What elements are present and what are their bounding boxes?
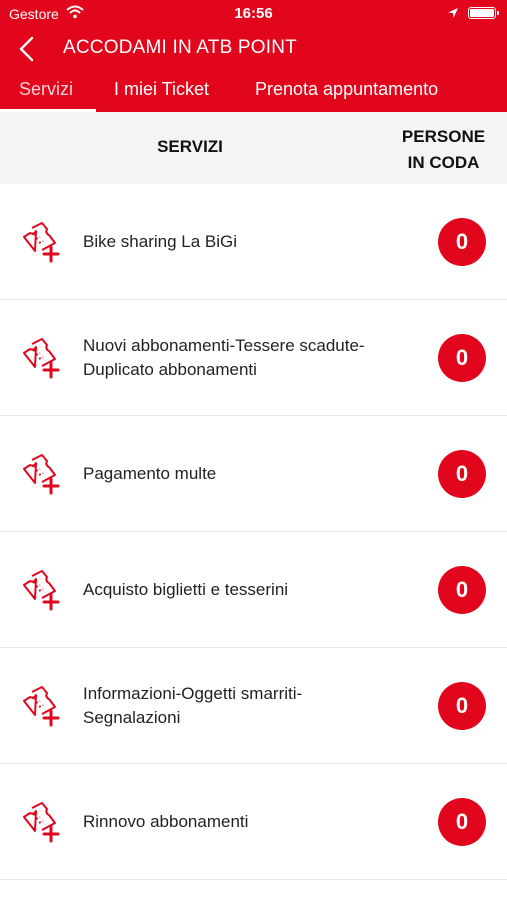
- tab-bar: Servizi I miei Ticket Prenota appuntamen…: [0, 75, 507, 112]
- battery-icon: [468, 7, 499, 19]
- service-label-line: Nuovi abbonamenti-Tessere scadute-: [83, 335, 365, 355]
- clock: 16:56: [234, 5, 273, 22]
- page-title: ACCODAMI IN ATB POINT: [63, 37, 297, 58]
- column-header: SERVIZI PERSONE IN CODA: [0, 112, 507, 184]
- tab-servizi[interactable]: Servizi: [19, 79, 73, 100]
- chevron-left-icon: [19, 36, 34, 62]
- navigation-bar: ACCODAMI IN ATB POINT: [0, 30, 507, 70]
- service-label: Nuovi abbonamenti-Tessere scadute- Duplic…: [83, 334, 413, 382]
- service-label-line: Duplicato abbonamenti: [83, 359, 257, 379]
- service-row[interactable]: Pagamento multe 0: [0, 416, 507, 532]
- queue-title-line: IN CODA: [407, 153, 480, 172]
- ticket-add-icon: [18, 684, 62, 728]
- tab-miei-ticket[interactable]: I miei Ticket: [114, 79, 209, 100]
- queue-count-badge: 0: [438, 682, 486, 730]
- service-label-line: Acquisto biglietti e tesserini: [83, 579, 289, 599]
- ticket-add-icon: [18, 800, 62, 844]
- service-label: Informazioni-Oggetti smarriti- Segnalazio…: [83, 682, 413, 730]
- service-label-line: Informazioni-Oggetti smarriti-: [83, 683, 303, 703]
- app-header: Gestore 16:56 ACCODAMI IN ATB POINT Serv…: [0, 0, 507, 112]
- back-button[interactable]: [12, 32, 44, 66]
- queue-count-badge: 0: [438, 798, 486, 846]
- ticket-add-icon: [18, 220, 62, 264]
- service-row[interactable]: Acquisto biglietti e tesserini 0: [0, 532, 507, 648]
- service-row[interactable]: Bike sharing La BiGi 0: [0, 184, 507, 300]
- service-label-line: Segnalazioni: [83, 707, 181, 727]
- service-label: Acquisto biglietti e tesserini: [83, 578, 413, 602]
- queue-title-line: PERSONE: [401, 127, 486, 146]
- tab-prenota-appuntamento[interactable]: Prenota appuntamento: [255, 79, 438, 100]
- queue-count-badge: 0: [438, 334, 486, 382]
- service-row[interactable]: Informazioni-Oggetti smarriti- Segnalazio…: [0, 648, 507, 764]
- ticket-add-icon: [18, 336, 62, 380]
- queue-count-badge: 0: [438, 566, 486, 614]
- service-label: Pagamento multe: [83, 462, 413, 486]
- queue-count-badge: 0: [438, 450, 486, 498]
- service-row[interactable]: Rinnovo abbonamenti 0: [0, 764, 507, 880]
- location-arrow-icon: [447, 6, 459, 22]
- service-label-line: Bike sharing La BiGi: [83, 231, 238, 251]
- service-label-line: Pagamento multe: [83, 463, 217, 483]
- services-list: Bike sharing La BiGi 0 Nuovi abbonamenti-T…: [0, 184, 507, 880]
- services-column-title: SERVIZI: [157, 137, 223, 156]
- service-label: Bike sharing La BiGi: [83, 230, 413, 254]
- service-label-line: Rinnovo abbonamenti: [83, 811, 249, 831]
- status-bar: Gestore 16:56: [0, 0, 507, 28]
- queue-count-badge: 0: [438, 218, 486, 266]
- service-label: Rinnovo abbonamenti: [83, 810, 413, 834]
- ticket-add-icon: [18, 568, 62, 612]
- service-row[interactable]: Nuovi abbonamenti-Tessere scadute- Duplic…: [0, 300, 507, 416]
- ticket-add-icon: [18, 452, 62, 496]
- queue-column-title: PERSONE IN CODA: [380, 124, 507, 176]
